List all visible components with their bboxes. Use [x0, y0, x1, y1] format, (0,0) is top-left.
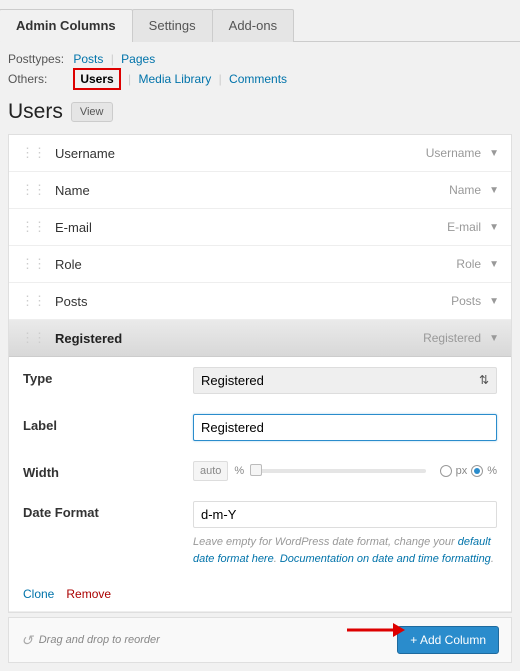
column-label: Username	[55, 146, 115, 161]
column-label: Name	[55, 183, 90, 198]
column-type-hint: Username	[426, 146, 481, 160]
unit-pct-radio[interactable]	[471, 465, 483, 477]
column-row[interactable]: ⋮⋮ Role Role ▼	[9, 246, 511, 283]
drag-handle-icon[interactable]: ⋮⋮	[21, 256, 45, 272]
width-auto-badge: auto	[193, 461, 228, 481]
chevron-down-icon: ▼	[489, 333, 499, 344]
chevron-down-icon: ▼	[489, 185, 499, 196]
tab-admin-columns[interactable]: Admin Columns	[0, 9, 133, 42]
column-row[interactable]: ⋮⋮ Posts Posts ▼	[9, 283, 511, 320]
column-label: Registered	[55, 331, 122, 346]
clone-link[interactable]: Clone	[23, 587, 54, 601]
column-row-active[interactable]: ⋮⋮ Registered Registered ▼	[9, 320, 511, 357]
column-label: Role	[55, 257, 82, 272]
drag-handle-icon[interactable]: ⋮⋮	[21, 219, 45, 235]
dateformat-hint: Leave empty for WordPress date format, c…	[193, 534, 497, 567]
chevron-down-icon: ▼	[489, 222, 499, 233]
column-settings-panel: Type Registered Label Width auto %	[9, 357, 511, 612]
unit-px-label: px	[456, 465, 468, 477]
column-type-hint: Role	[456, 257, 481, 271]
filter-users[interactable]: Users	[73, 68, 120, 90]
column-row[interactable]: ⋮⋮ Username Username ▼	[9, 135, 511, 172]
page-heading: Users View	[0, 96, 520, 134]
columns-box: ⋮⋮ Username Username ▼ ⋮⋮ Name Name ▼ ⋮⋮ E-ma…	[8, 134, 512, 613]
column-label: Posts	[55, 294, 88, 309]
filter-comments[interactable]: Comments	[229, 72, 287, 86]
column-type-hint: E-mail	[447, 220, 481, 234]
tab-settings[interactable]: Settings	[132, 9, 213, 42]
drag-handle-icon[interactable]: ⋮⋮	[21, 330, 45, 346]
column-type-hint: Name	[449, 183, 481, 197]
drag-handle-icon[interactable]: ⋮⋮	[21, 145, 45, 161]
column-label: E-mail	[55, 220, 92, 235]
filters: Posttypes: Posts | Pages Others: Users |…	[0, 42, 520, 96]
label-input[interactable]	[193, 414, 497, 441]
docs-link[interactable]: Documentation on date and time formattin…	[280, 553, 491, 565]
slider-thumb[interactable]	[250, 464, 262, 476]
label-label: Label	[23, 414, 193, 433]
column-type-hint: Registered	[423, 331, 481, 345]
width-slider[interactable]	[250, 469, 425, 473]
width-pct-label: %	[234, 465, 244, 477]
dateformat-input[interactable]	[193, 501, 497, 528]
filter-posttypes-label: Posttypes:	[8, 52, 70, 66]
chevron-down-icon: ▼	[489, 148, 499, 159]
tab-addons[interactable]: Add-ons	[212, 9, 294, 42]
chevron-down-icon: ▼	[489, 296, 499, 307]
column-row[interactable]: ⋮⋮ E-mail E-mail ▼	[9, 209, 511, 246]
view-button[interactable]: View	[71, 102, 113, 122]
dateformat-label: Date Format	[23, 501, 193, 520]
footer-bar: ↺ Drag and drop to reorder + Add Column	[8, 617, 512, 663]
unit-pct-label: %	[487, 465, 497, 477]
type-label: Type	[23, 367, 193, 386]
drag-handle-icon[interactable]: ⋮⋮	[21, 182, 45, 198]
reorder-icon: ↺	[21, 632, 33, 649]
chevron-down-icon: ▼	[489, 259, 499, 270]
drag-handle-icon[interactable]: ⋮⋮	[21, 293, 45, 309]
column-row[interactable]: ⋮⋮ Name Name ▼	[9, 172, 511, 209]
reorder-hint: Drag and drop to reorder	[39, 634, 160, 646]
column-type-hint: Posts	[451, 294, 481, 308]
filter-others-label: Others:	[8, 72, 70, 86]
type-select[interactable]: Registered	[193, 367, 497, 394]
filter-pages[interactable]: Pages	[121, 52, 155, 66]
tabs-bar: Admin Columns Settings Add-ons	[0, 0, 520, 42]
filter-media[interactable]: Media Library	[139, 72, 212, 86]
add-column-button[interactable]: + Add Column	[397, 626, 499, 654]
unit-px-radio[interactable]	[440, 465, 452, 477]
width-label: Width	[23, 461, 193, 480]
page-title: Users	[8, 100, 63, 124]
remove-link[interactable]: Remove	[66, 587, 111, 601]
filter-posts[interactable]: Posts	[73, 52, 103, 66]
